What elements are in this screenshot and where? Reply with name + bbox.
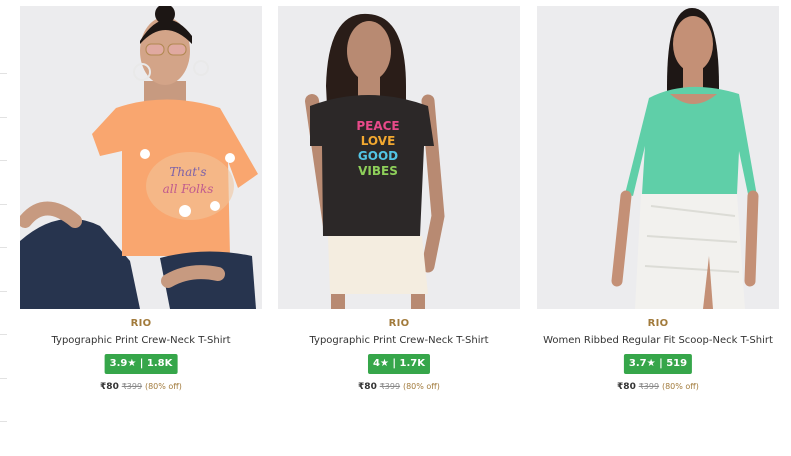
product-card[interactable]: PEACE LOVE GOOD VIBES RIO Typographic Pr…	[278, 6, 520, 406]
rail-divider	[0, 334, 7, 335]
svg-text:That's: That's	[169, 165, 206, 179]
sale-price: ₹80	[100, 382, 119, 392]
brand-name: RIO	[130, 318, 152, 329]
sale-price: ₹80	[358, 382, 377, 392]
star-icon: ★	[127, 358, 137, 369]
product-image[interactable]: PEACE LOVE GOOD VIBES	[278, 6, 520, 309]
rating-badge: 4★ | 1.7K	[367, 354, 431, 374]
left-filter-rail	[0, 0, 8, 456]
rail-divider	[0, 117, 7, 118]
rail-divider	[0, 204, 7, 205]
product-card[interactable]: RIO Women Ribbed Regular Fit Scoop-Neck …	[537, 6, 779, 406]
price-row: ₹80 ₹399 (80% off)	[537, 382, 779, 392]
sale-price: ₹80	[617, 382, 636, 392]
brand-name: RIO	[388, 318, 410, 329]
rail-divider	[0, 160, 7, 161]
star-icon: ★	[379, 358, 389, 369]
svg-text:LOVE: LOVE	[361, 134, 396, 148]
product-title[interactable]: Women Ribbed Regular Fit Scoop-Neck T-Sh…	[537, 335, 779, 346]
svg-text:PEACE: PEACE	[356, 119, 399, 133]
rating-count: 1.8K	[146, 358, 173, 369]
rating-value: 4	[372, 358, 380, 369]
discount-label: (80% off)	[661, 382, 699, 391]
original-price: ₹399	[638, 382, 660, 391]
brand-name: RIO	[647, 318, 669, 329]
star-icon: ★	[646, 358, 656, 369]
rail-divider	[0, 247, 7, 248]
svg-text:all Folks: all Folks	[163, 182, 214, 196]
rating-count: 1.7K	[399, 358, 426, 369]
original-price: ₹399	[379, 382, 401, 391]
price-row: ₹80 ₹399 (80% off)	[20, 382, 262, 392]
rating-count: 519	[666, 358, 688, 369]
product-image[interactable]: That's all Folks	[20, 6, 262, 309]
rail-divider	[0, 378, 7, 379]
rail-divider	[0, 73, 7, 74]
discount-label: (80% off)	[144, 382, 182, 391]
rating-value: 3.7	[628, 358, 647, 369]
svg-text:GOOD: GOOD	[358, 149, 398, 163]
product-title[interactable]: Typographic Print Crew-Neck T-Shirt	[278, 335, 520, 346]
rail-divider	[0, 421, 7, 422]
rating-badge: 3.7★ | 519	[623, 354, 693, 374]
product-image[interactable]	[537, 6, 779, 309]
discount-label: (80% off)	[402, 382, 440, 391]
rating-badge: 3.9★ | 1.8K	[104, 354, 178, 374]
price-row: ₹80 ₹399 (80% off)	[278, 382, 520, 392]
rail-divider	[0, 291, 7, 292]
svg-text:VIBES: VIBES	[358, 164, 398, 178]
product-card[interactable]: That's all Folks RIO Typographic Print C…	[20, 6, 262, 406]
original-price: ₹399	[121, 382, 143, 391]
rating-value: 3.9	[109, 358, 128, 369]
product-title[interactable]: Typographic Print Crew-Neck T-Shirt	[20, 335, 262, 346]
